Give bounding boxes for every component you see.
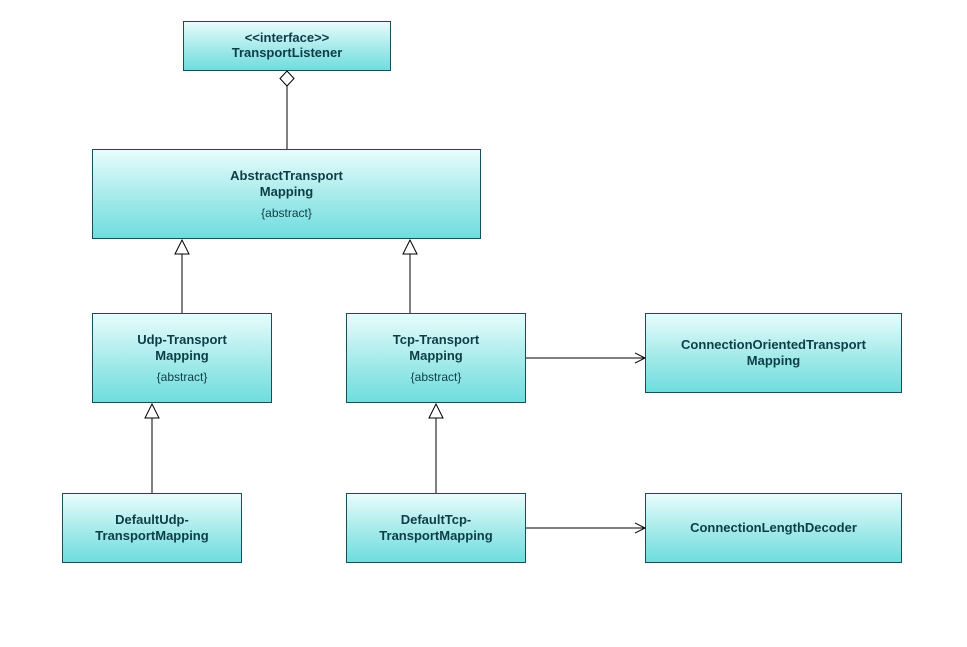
generalization-triangle-icon	[145, 404, 159, 418]
class-name: Tcp-Transport Mapping	[393, 332, 479, 365]
class-connection-oriented-transport-mapping: ConnectionOrientedTransport Mapping	[645, 313, 902, 393]
class-name-line2: Mapping	[260, 184, 313, 199]
class-name: TransportListener	[232, 45, 343, 61]
class-name-line2: Mapping	[155, 348, 208, 363]
generalization-triangle-icon	[175, 240, 189, 254]
abstract-constraint: {abstract}	[261, 206, 312, 220]
class-abstract-transport-mapping: AbstractTransport Mapping {abstract}	[92, 149, 481, 239]
generalization-triangle-icon	[429, 404, 443, 418]
generalization-triangle-icon	[403, 240, 417, 254]
class-name-line1: ConnectionOrientedTransport	[681, 337, 866, 352]
class-name: AbstractTransport Mapping	[230, 168, 343, 201]
class-name-line1: Udp-Transport	[137, 332, 227, 347]
class-connection-length-decoder: ConnectionLengthDecoder	[645, 493, 902, 563]
class-name: DefaultTcp- TransportMapping	[379, 512, 492, 545]
class-default-udp-transport-mapping: DefaultUdp- TransportMapping	[62, 493, 242, 563]
class-udp-transport-mapping: Udp-Transport Mapping {abstract}	[92, 313, 272, 403]
stereotype-label: <<interface>>	[245, 30, 330, 45]
class-tcp-transport-mapping: Tcp-Transport Mapping {abstract}	[346, 313, 526, 403]
abstract-constraint: {abstract}	[411, 370, 462, 384]
class-name-line2: TransportMapping	[379, 528, 492, 543]
class-name-line1: DefaultTcp-	[401, 512, 472, 527]
class-name-line1: DefaultUdp-	[115, 512, 189, 527]
class-name: Udp-Transport Mapping	[137, 332, 227, 365]
class-default-tcp-transport-mapping: DefaultTcp- TransportMapping	[346, 493, 526, 563]
class-name: ConnectionLengthDecoder	[690, 520, 857, 536]
class-name-line2: TransportMapping	[95, 528, 208, 543]
interface-transport-listener: <<interface>> TransportListener	[183, 21, 391, 71]
aggregation-diamond-icon	[280, 71, 294, 86]
class-name-line2: Mapping	[747, 353, 800, 368]
class-name: ConnectionOrientedTransport Mapping	[681, 337, 866, 370]
class-name: DefaultUdp- TransportMapping	[95, 512, 208, 545]
class-name-line1: Tcp-Transport	[393, 332, 479, 347]
class-name-line2: Mapping	[409, 348, 462, 363]
class-name-line1: AbstractTransport	[230, 168, 343, 183]
abstract-constraint: {abstract}	[157, 370, 208, 384]
